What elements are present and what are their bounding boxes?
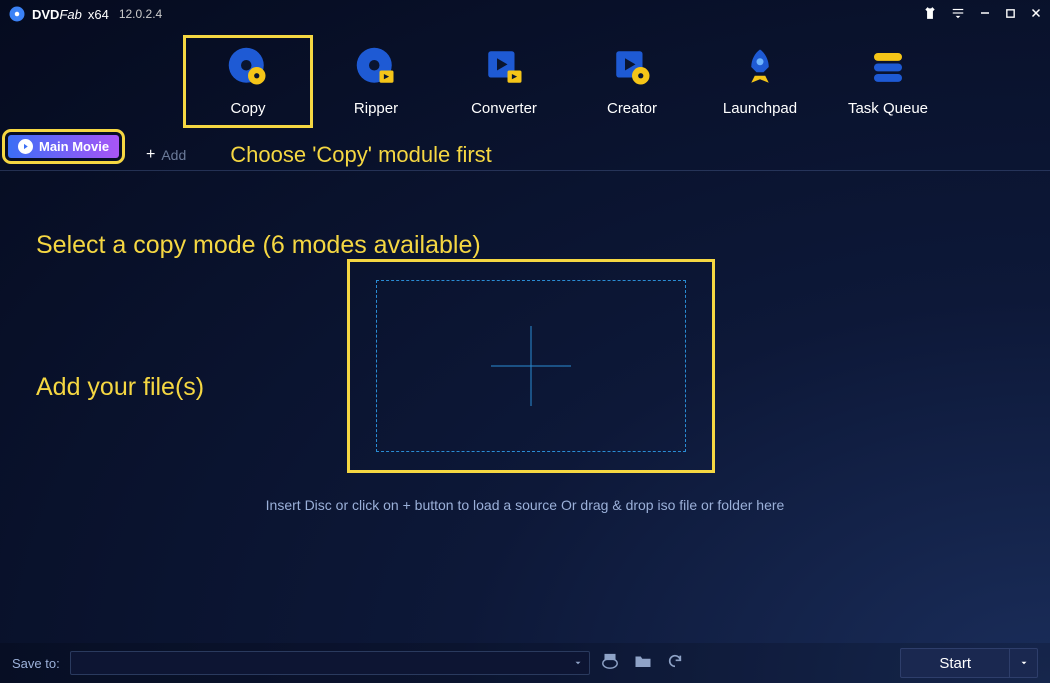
maximize-icon[interactable] — [1005, 7, 1016, 22]
svg-text:ISO: ISO — [606, 654, 613, 659]
module-ripper[interactable]: Ripper — [312, 36, 440, 127]
hint-add-file: Add your file(s) — [36, 373, 204, 402]
main-movie-label: Main Movie — [39, 139, 109, 154]
module-label: Ripper — [354, 100, 398, 117]
iso-icon[interactable]: ISO — [600, 653, 620, 674]
shirt-icon[interactable] — [923, 6, 937, 23]
creator-icon — [611, 46, 653, 88]
converter-icon — [483, 46, 525, 88]
menu-dropdown-icon[interactable] — [951, 6, 965, 23]
chevron-down-icon — [573, 658, 583, 668]
arrow-right-circle-icon — [18, 139, 33, 154]
module-label: Launchpad — [723, 100, 797, 117]
saveto-label: Save to: — [12, 656, 60, 671]
chevron-down-icon — [1019, 658, 1029, 668]
plus-icon: + — [146, 146, 155, 164]
dropzone-highlight — [347, 259, 715, 473]
dropzone[interactable] — [376, 280, 686, 452]
main-movie-mode-button[interactable]: Main Movie — [8, 135, 119, 158]
add-label: Add — [161, 147, 186, 163]
folder-icon[interactable] — [634, 653, 652, 674]
hint-choose-module: Choose 'Copy' module first — [230, 142, 492, 168]
hint-select-mode: Select a copy mode (6 modes available) — [36, 231, 481, 260]
module-label: Task Queue — [848, 100, 928, 117]
close-icon[interactable] — [1030, 7, 1042, 22]
module-label: Copy — [230, 100, 265, 117]
app-logo-icon — [8, 5, 26, 23]
insert-hint-text: Insert Disc or click on + button to load… — [0, 497, 1050, 513]
copy-disc-icon — [227, 46, 269, 88]
start-more-button[interactable] — [1010, 648, 1038, 678]
module-taskqueue[interactable]: Task Queue — [824, 36, 952, 127]
app-logo-title: DVDFab x64 12.0.2.4 — [8, 5, 162, 23]
launchpad-rocket-icon — [739, 46, 781, 88]
module-converter[interactable]: Converter — [440, 36, 568, 127]
module-copy[interactable]: Copy — [184, 36, 312, 127]
plus-large-icon — [491, 326, 571, 406]
add-source-button[interactable]: + Add — [146, 146, 186, 164]
refresh-icon[interactable] — [666, 653, 684, 674]
module-launchpad[interactable]: Launchpad — [696, 36, 824, 127]
module-label: Converter — [471, 100, 537, 117]
module-label: Creator — [607, 100, 657, 117]
taskqueue-icon — [867, 46, 909, 88]
minimize-icon[interactable] — [979, 7, 991, 22]
start-button[interactable]: Start — [900, 648, 1010, 678]
ripper-icon — [355, 46, 397, 88]
module-creator[interactable]: Creator — [568, 36, 696, 127]
saveto-dropdown[interactable] — [70, 651, 590, 675]
